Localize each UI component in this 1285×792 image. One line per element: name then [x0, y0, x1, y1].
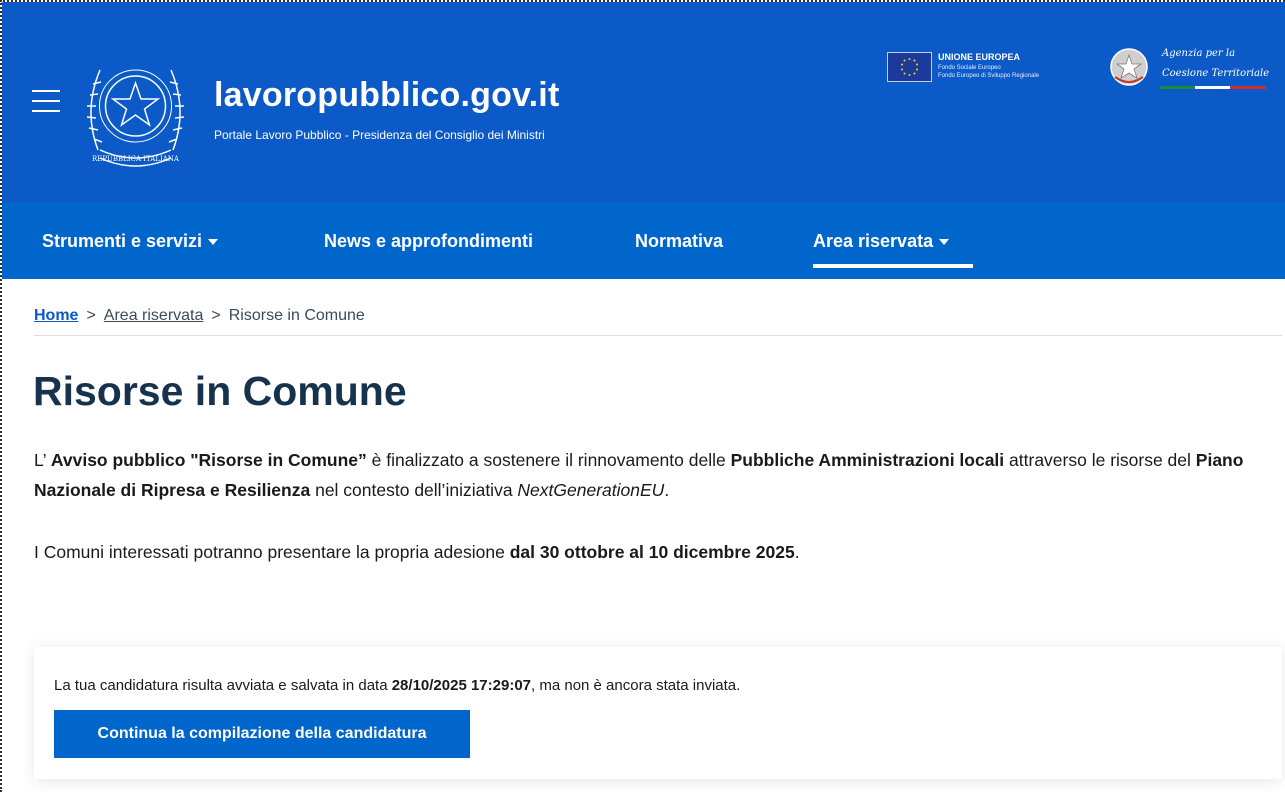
deadline-text: I Comuni interessati potranno presentare…: [34, 542, 510, 562]
status-text: , ma non è ancora stata inviata.: [531, 677, 741, 694]
intro-text: nel contesto dell’iniziativa: [310, 480, 518, 500]
intro-bold-text: Pubbliche Amministrazioni locali: [730, 450, 1005, 470]
breadcrumb: Home > Area riservata > Risorse in Comune: [34, 307, 365, 325]
breadcrumb-area-riservata-link[interactable]: Area riservata: [104, 307, 204, 324]
nav-item-label: News e approfondimenti: [324, 231, 534, 251]
deadline-paragraph: I Comuni interessati potranno presentare…: [34, 537, 800, 567]
chevron-down-icon: [939, 239, 950, 246]
agency-name-line-1: Agenzia per la: [1162, 48, 1236, 59]
italian-flag-stripe: [1160, 86, 1266, 89]
site-header: REPUBBLICA ITALIANA lavoropubblico.gov.i…: [2, 2, 1285, 202]
intro-paragraph: L’ Avviso pubblico "Risorse in Comune” è…: [34, 445, 1264, 505]
nav-item-label: Strumenti e servizi: [42, 231, 203, 251]
main-navigation: Strumenti e servizi News e approfondimen…: [2, 202, 1285, 279]
nav-item-normativa[interactable]: Normativa: [635, 231, 723, 252]
agency-emblem-icon: [1110, 48, 1148, 86]
eu-title: UNIONE EUROPEA: [938, 52, 1021, 62]
breadcrumb-current: Risorse in Comune: [228, 307, 365, 324]
continue-application-button[interactable]: Continua la compilazione della candidatu…: [54, 710, 470, 758]
intro-text: attraverso le risorse del: [1004, 450, 1196, 470]
breadcrumb-separator: >: [211, 307, 221, 324]
site-subtitle: Portale Lavoro Pubblico - Presidenza del…: [214, 128, 545, 142]
intro-text: è finalizzato a sostenere il rinnovament…: [366, 450, 731, 470]
eu-line-2: Fondo Europeo di Sviluppo Regionale: [938, 73, 1040, 79]
active-nav-indicator: [813, 264, 973, 268]
deadline-text: .: [794, 542, 800, 562]
agency-name-line-2: Coesione Territoriale: [1162, 68, 1270, 79]
status-timestamp: 28/10/2025 17:29:07: [391, 677, 532, 694]
nav-item-news[interactable]: News e approfondimenti: [324, 231, 533, 252]
chevron-down-icon: [208, 239, 219, 246]
deadline-dates: dal 30 ottobre al 10 dicembre 2025: [509, 542, 795, 562]
intro-italic-text: NextGenerationEU: [517, 480, 665, 500]
eu-line-1: Fondo Sociale Europeo: [938, 65, 1001, 71]
nav-item-label: Normativa: [635, 231, 724, 251]
republic-emblem-icon[interactable]: REPUBBLICA ITALIANA: [78, 40, 193, 175]
nav-item-label: Area riservata: [813, 231, 934, 251]
page: REPUBBLICA ITALIANA lavoropubblico.gov.i…: [0, 0, 1285, 792]
breadcrumb-home-link[interactable]: Home: [34, 307, 78, 324]
intro-text: .: [664, 480, 670, 500]
breadcrumb-separator: >: [86, 307, 96, 324]
intro-text: L’: [34, 450, 51, 470]
eu-flag-icon: [887, 52, 932, 82]
page-title: Risorse in Comune: [33, 368, 407, 414]
nav-item-area-riservata[interactable]: Area riservata: [813, 231, 950, 252]
site-title[interactable]: lavoropubblico.gov.it: [214, 76, 559, 115]
nav-item-strumenti-e-servizi[interactable]: Strumenti e servizi: [42, 231, 219, 252]
status-text: La tua candidatura risulta avviata e sal…: [54, 677, 392, 694]
hamburger-menu-icon[interactable]: [32, 90, 60, 112]
intro-bold-text: Avviso pubblico "Risorse in Comune”: [50, 450, 367, 470]
emblem-text: REPUBBLICA ITALIANA: [92, 155, 180, 163]
application-status-card: La tua candidatura risulta avviata e sal…: [34, 647, 1282, 779]
divider: [34, 335, 1282, 336]
application-status-text: La tua candidatura risulta avviata e sal…: [54, 677, 740, 694]
